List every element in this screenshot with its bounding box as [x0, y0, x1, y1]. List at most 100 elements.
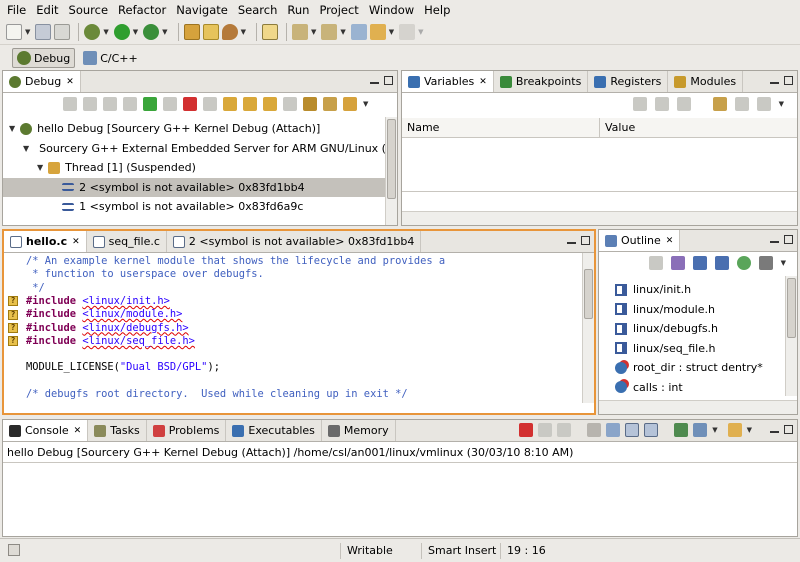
run-dropdown-icon[interactable]: ▼ [133, 28, 138, 36]
view-menu-icon[interactable]: ▼ [363, 100, 368, 108]
back-icon[interactable] [369, 23, 386, 40]
console-output[interactable] [3, 462, 797, 536]
open-type-icon[interactable] [183, 23, 200, 40]
scrollbar-thumb[interactable] [787, 278, 796, 338]
sync-icon[interactable] [343, 97, 357, 111]
menu-project[interactable]: Project [314, 3, 363, 17]
menu-search[interactable]: Search [233, 3, 283, 17]
forward-dropdown-icon[interactable]: ▼ [418, 28, 423, 36]
debug-icon[interactable] [84, 23, 101, 40]
hide-static-icon[interactable] [714, 256, 729, 270]
show-type-names-icon[interactable] [632, 97, 647, 111]
tab-console[interactable]: Console ✕ [3, 420, 89, 441]
debug-tree-item[interactable]: ▼2 <symbol is not available> 0x83fd1bb4 [3, 177, 385, 197]
collapse-all-icon[interactable] [676, 97, 691, 111]
maximize-icon[interactable] [784, 425, 793, 434]
remove-all-launches-icon[interactable] [557, 423, 572, 437]
open-console-icon[interactable] [727, 423, 742, 437]
menu-window[interactable]: Window [364, 3, 419, 17]
minimize-icon[interactable] [770, 81, 779, 84]
outline-item[interactable]: linux/module.h [615, 300, 715, 319]
tab-problems[interactable]: Problems [147, 420, 227, 441]
expand-toggle-icon[interactable]: ▼ [23, 144, 29, 153]
outline-horizontal-scrollbar[interactable] [599, 400, 797, 414]
minimize-icon[interactable] [567, 241, 576, 244]
terminate-icon[interactable] [183, 97, 197, 111]
last-edit-icon[interactable] [350, 23, 367, 40]
display-console-icon[interactable] [693, 423, 708, 437]
expand-toggle-icon[interactable]: ▼ [9, 124, 15, 133]
menu-navigate[interactable]: Navigate [171, 3, 233, 17]
menu-file[interactable]: File [2, 3, 31, 17]
remove-global-variables-icon[interactable] [734, 97, 749, 111]
warning-marker-icon[interactable]: ? [8, 336, 18, 347]
tab-executables[interactable]: Executables [226, 420, 322, 441]
new-dropdown-icon[interactable]: ▼ [25, 28, 30, 36]
close-icon[interactable]: ✕ [66, 77, 74, 87]
terminate-icon[interactable] [519, 423, 534, 437]
search-icon[interactable] [221, 23, 238, 40]
menu-refactor[interactable]: Refactor [113, 3, 171, 17]
column-divider[interactable] [599, 118, 600, 138]
prev-annotation-icon[interactable] [321, 23, 338, 40]
menu-edit[interactable]: Edit [31, 3, 63, 17]
maximize-icon[interactable] [581, 236, 590, 245]
tab-memory[interactable]: Memory [322, 420, 396, 441]
code-editor[interactable]: /* An example kernel module that shows t… [4, 253, 594, 413]
outline-item[interactable]: root_dir : struct dentry* [615, 358, 763, 377]
debug-tree-item[interactable]: ▼1 <symbol is not available> 0x83fd6a9c [3, 197, 385, 216]
perspective-debug[interactable]: Debug [12, 48, 76, 68]
outline-item[interactable]: linux/debugfs.h [615, 319, 718, 338]
add-global-variables-icon[interactable] [712, 97, 727, 111]
editor-scrollbar[interactable] [582, 253, 594, 403]
run-icon[interactable] [113, 23, 130, 40]
disconnect-icon[interactable] [203, 97, 217, 111]
outline-item[interactable]: linux/seq_file.h [615, 339, 715, 358]
minimize-icon[interactable] [770, 240, 779, 243]
show-on-stderr-icon[interactable] [644, 423, 659, 437]
warning-marker-icon[interactable]: ? [8, 309, 18, 320]
collapse-icon[interactable] [123, 97, 137, 111]
warning-marker-icon[interactable]: ? [8, 296, 18, 307]
outline-item[interactable]: linux/init.h [615, 280, 691, 299]
prev-annotation-dropdown-icon[interactable]: ▼ [340, 28, 345, 36]
view-menu-icon[interactable]: ▼ [779, 100, 784, 108]
step-over-icon[interactable] [243, 97, 257, 111]
close-icon[interactable]: ✕ [72, 237, 80, 247]
editor-tab[interactable]: 2 <symbol is not available> 0x83fd1bb4 [167, 231, 422, 252]
suspend-icon[interactable] [163, 97, 177, 111]
menu-help[interactable]: Help [419, 3, 455, 17]
debug-dropdown-icon[interactable]: ▼ [103, 28, 108, 36]
maximize-icon[interactable] [784, 235, 793, 244]
variables-horizontal-scrollbar[interactable] [402, 211, 797, 225]
editor-tab[interactable]: hello.c ✕ [4, 231, 87, 252]
sort-icon[interactable] [670, 256, 685, 270]
hide-non-public-icon[interactable] [736, 256, 751, 270]
connect-icon[interactable] [83, 97, 97, 111]
remove-launch-icon[interactable] [63, 97, 77, 111]
debug-tree-item[interactable]: ▼ Sourcery G++ External Embedded Server f… [3, 139, 385, 158]
forward-icon[interactable] [399, 23, 416, 40]
outline-item[interactable]: calls : int [615, 378, 683, 397]
collapse-all-icon[interactable] [648, 256, 663, 270]
debug-tree-item[interactable]: ▼ hello Debug [Sourcery G++ Kernel Debug … [3, 119, 385, 138]
column-header-value[interactable]: Value [605, 121, 635, 134]
variables-detail-sash[interactable] [402, 191, 797, 192]
show-logical-structure-icon[interactable] [654, 97, 669, 111]
link-with-editor-icon[interactable] [758, 256, 773, 270]
close-icon[interactable]: ✕ [479, 77, 487, 87]
close-icon[interactable]: ✕ [666, 236, 674, 246]
outline-scrollbar[interactable] [785, 276, 797, 396]
save-icon[interactable] [35, 23, 52, 40]
relaunch-icon[interactable] [103, 97, 117, 111]
highlight-icon[interactable] [261, 23, 278, 40]
show-on-stdout-icon[interactable] [625, 423, 640, 437]
scrollbar-thumb[interactable] [584, 269, 593, 319]
remove-all-global-variables-icon[interactable] [756, 97, 771, 111]
external-tools-icon[interactable] [143, 23, 160, 40]
print-icon[interactable] [54, 23, 71, 40]
next-annotation-dropdown-icon[interactable]: ▼ [311, 28, 316, 36]
hide-fields-icon[interactable] [692, 256, 707, 270]
close-icon[interactable]: ✕ [74, 426, 82, 436]
expand-toggle-icon[interactable]: ▼ [37, 163, 43, 172]
